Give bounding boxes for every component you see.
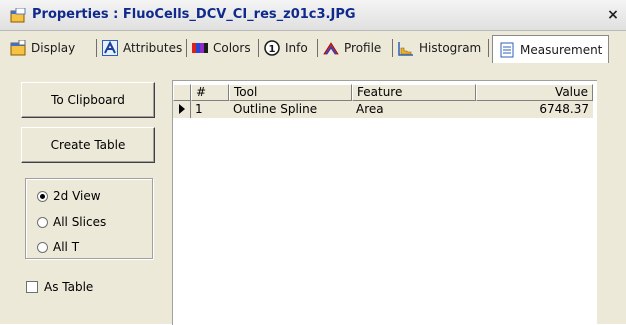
title-bar[interactable]: Properties : FluoCells_DCV_CI_res_z01c3.… bbox=[0, 0, 626, 31]
tab-strip: Display Attributes Colors 1 Info Profile… bbox=[0, 31, 626, 65]
radio-all-slices[interactable]: All Slices bbox=[37, 215, 106, 229]
view-mode-group: 2d View All Slices All T bbox=[25, 178, 153, 259]
table-header: # Tool Feature Value bbox=[173, 84, 597, 101]
radio-2d-view[interactable]: 2d View bbox=[37, 189, 101, 203]
cell-feature[interactable]: Area bbox=[352, 101, 476, 118]
tab-separator bbox=[96, 39, 97, 57]
properties-window-icon bbox=[10, 8, 26, 23]
tab-separator bbox=[488, 39, 489, 57]
tab-separator bbox=[186, 39, 187, 57]
radio-button[interactable] bbox=[37, 190, 48, 202]
column-header-feature[interactable]: Feature bbox=[352, 84, 476, 101]
tab-display-label: Display bbox=[31, 41, 76, 55]
window-title: Properties : FluoCells_DCV_CI_res_z01c3.… bbox=[32, 7, 356, 22]
tab-display[interactable]: Display bbox=[10, 36, 75, 60]
tab-histogram[interactable]: Histogram bbox=[398, 36, 481, 60]
tab-info-label: Info bbox=[285, 41, 308, 55]
tab-histogram-label: Histogram bbox=[419, 41, 482, 55]
current-row-arrow-icon bbox=[179, 104, 185, 114]
measurement-table[interactable]: # Tool Feature Value 1 Outline Spline Ar… bbox=[172, 80, 597, 325]
create-table-button[interactable]: Create Table bbox=[21, 127, 155, 163]
tab-attributes-label: Attributes bbox=[123, 41, 183, 55]
tab-colors-label: Colors bbox=[213, 41, 251, 55]
cell-tool[interactable]: Outline Spline bbox=[229, 101, 352, 118]
tab-separator bbox=[258, 39, 259, 57]
tab-info[interactable]: 1 Info bbox=[264, 36, 308, 60]
info-icon: 1 bbox=[264, 40, 280, 56]
display-icon bbox=[10, 40, 26, 56]
as-table-label: As Table bbox=[44, 280, 94, 294]
radio-all-slices-label: All Slices bbox=[53, 215, 107, 229]
measurement-icon bbox=[500, 42, 514, 57]
checkbox-box[interactable] bbox=[26, 281, 38, 293]
table-row[interactable]: 1 Outline Spline Area 6748.37 bbox=[173, 101, 597, 118]
radio-button[interactable] bbox=[37, 216, 48, 228]
tab-attributes[interactable]: Attributes bbox=[102, 36, 182, 60]
colors-icon bbox=[192, 43, 208, 53]
svg-text:1: 1 bbox=[269, 44, 276, 55]
column-header-number[interactable]: # bbox=[191, 84, 229, 101]
column-header-tool[interactable]: Tool bbox=[229, 84, 352, 101]
tab-measurement[interactable]: Measurement bbox=[492, 35, 610, 63]
cell-number[interactable]: 1 bbox=[191, 101, 229, 118]
tab-profile[interactable]: Profile bbox=[323, 36, 381, 60]
header-corner bbox=[173, 84, 191, 101]
radio-button[interactable] bbox=[37, 241, 48, 253]
close-button[interactable]: × bbox=[605, 7, 621, 23]
radio-2d-view-label: 2d View bbox=[53, 189, 101, 203]
tab-separator bbox=[317, 39, 318, 57]
tab-profile-label: Profile bbox=[344, 41, 382, 55]
attributes-icon bbox=[102, 40, 118, 56]
tab-separator bbox=[392, 39, 393, 57]
as-table-checkbox[interactable]: As Table bbox=[26, 280, 93, 294]
column-header-value[interactable]: Value bbox=[476, 84, 593, 101]
radio-all-t[interactable]: All T bbox=[37, 240, 79, 254]
cell-value[interactable]: 6748.37 bbox=[476, 101, 593, 118]
tab-colors[interactable]: Colors bbox=[192, 36, 251, 60]
to-clipboard-button[interactable]: To Clipboard bbox=[21, 82, 155, 118]
radio-all-t-label: All T bbox=[53, 240, 80, 254]
tab-measurement-label: Measurement bbox=[520, 42, 603, 57]
profile-icon bbox=[323, 42, 339, 55]
properties-window: Properties : FluoCells_DCV_CI_res_z01c3.… bbox=[0, 0, 626, 325]
histogram-icon bbox=[398, 42, 413, 56]
row-indicator[interactable] bbox=[173, 101, 191, 118]
